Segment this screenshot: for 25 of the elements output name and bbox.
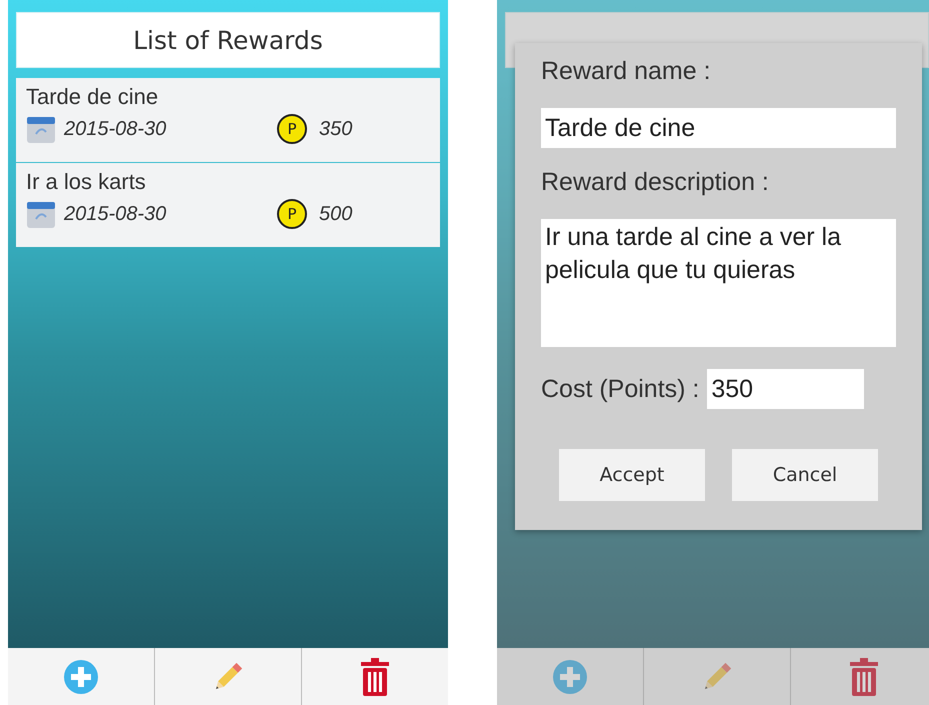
reward-points: 500 <box>319 202 352 226</box>
description-label: Reward description : <box>541 168 770 197</box>
reward-name: Tarde de cine <box>26 84 160 110</box>
name-label: Reward name : <box>541 57 712 86</box>
reward-date: 2015-08-30 <box>64 118 168 140</box>
calendar-icon <box>26 114 56 144</box>
trash-icon <box>849 658 879 696</box>
name-field[interactable]: Tarde de cine <box>541 108 896 148</box>
cost-field[interactable]: 350 <box>707 369 864 409</box>
reward-item[interactable]: Ir a los karts 2015-08-30 P 500 <box>16 163 440 247</box>
accept-button[interactable]: Accept <box>559 449 705 501</box>
trash-icon <box>360 658 390 696</box>
reward-points: 350 <box>319 118 352 140</box>
calendar-icon <box>26 199 56 229</box>
title-bar: List of Rewards <box>16 12 440 68</box>
points-coin-icon: P <box>277 114 307 144</box>
cost-label: Cost (Points) : <box>541 374 700 404</box>
reward-item[interactable]: Tarde de cine 2015-08-30 P 350 <box>16 78 440 162</box>
cancel-button[interactable]: Cancel <box>732 449 878 501</box>
reward-name: Ir a los karts <box>26 169 147 195</box>
description-field[interactable]: Ir una tarde al cine a ver la pelicula que tu quieras <box>541 219 896 347</box>
points-coin-icon: P <box>277 199 307 229</box>
reward-date: 2015-08-30 <box>64 202 168 226</box>
plus-icon <box>64 660 98 694</box>
plus-icon <box>553 660 587 694</box>
